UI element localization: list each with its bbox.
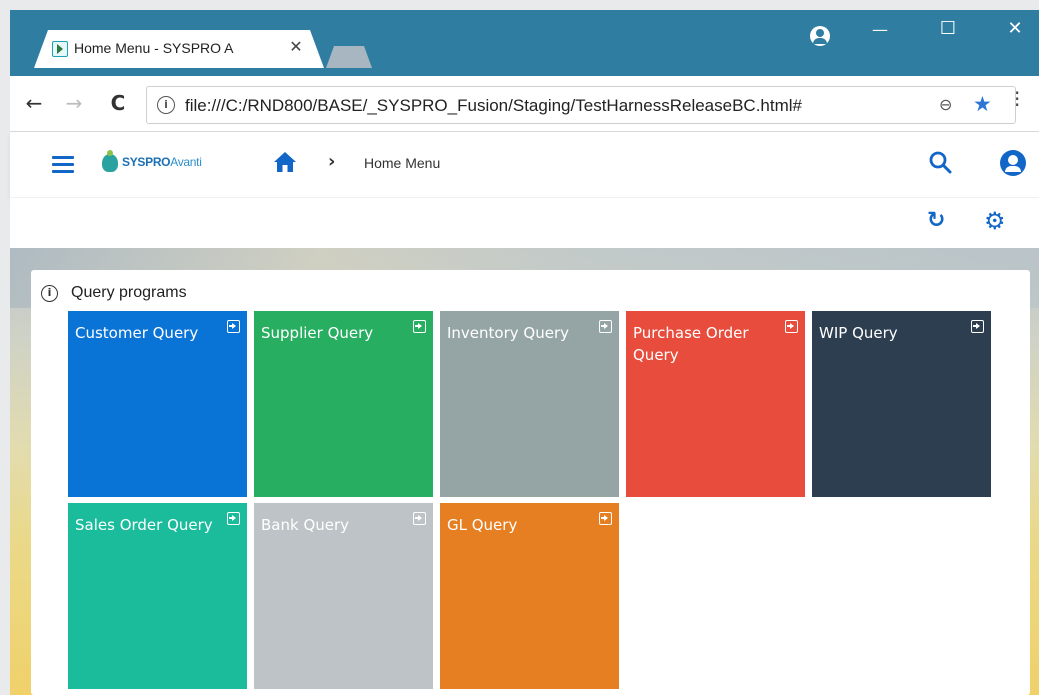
- tile-label: Customer Query: [75, 324, 199, 342]
- breadcrumb-current: Home Menu: [364, 155, 441, 171]
- launch-icon[interactable]: [599, 320, 612, 333]
- reload-button[interactable]: C: [104, 91, 132, 115]
- logo-product: Avanti: [170, 155, 202, 169]
- url-text: file:///C:/RND800/BASE/_SYSPRO_Fusion/St…: [185, 96, 802, 115]
- tab-close-icon[interactable]: ✕: [286, 37, 306, 56]
- logo-brand: SYSPRO: [122, 155, 171, 169]
- tile-label: Bank Query: [261, 516, 350, 534]
- refresh-icon[interactable]: ↻: [927, 208, 945, 233]
- account-icon[interactable]: [810, 26, 830, 46]
- app-header: SYSPROAvanti › Home Menu: [10, 133, 1039, 197]
- launch-icon[interactable]: [971, 320, 984, 333]
- zoom-icon[interactable]: ⊖: [939, 95, 952, 114]
- logo-text: SYSPROAvanti: [122, 155, 202, 169]
- launch-icon[interactable]: [785, 320, 798, 333]
- query-programs-panel: i Query programs Customer Query Supplier…: [31, 270, 1030, 695]
- window-frame-left: [0, 0, 10, 695]
- launch-icon[interactable]: [413, 512, 426, 525]
- launch-icon[interactable]: [227, 512, 240, 525]
- browser-toolbar: ← → C i file:///C:/RND800/BASE/_SYSPRO_F…: [10, 76, 1039, 132]
- browser-tab-home-menu[interactable]: Home Menu - SYSPRO A ✕: [34, 30, 324, 68]
- window-frame-top: [0, 0, 1039, 10]
- tile-inventory-query[interactable]: Inventory Query: [440, 311, 619, 497]
- settings-gear-icon[interactable]: ⚙: [984, 207, 1006, 235]
- tile-label: WIP Query: [819, 324, 898, 342]
- hamburger-menu-icon[interactable]: [52, 156, 74, 173]
- tile-bank-query[interactable]: Bank Query: [254, 503, 433, 689]
- home-icon[interactable]: [273, 150, 297, 174]
- syspro-favicon-icon: [52, 41, 68, 57]
- tile-wip-query[interactable]: WIP Query: [812, 311, 991, 497]
- breadcrumb-separator-icon: ›: [328, 151, 336, 172]
- forward-button[interactable]: →: [60, 91, 88, 115]
- launch-icon[interactable]: [413, 320, 426, 333]
- search-icon[interactable]: [928, 150, 952, 174]
- page-toolbar: ↻ ⚙: [10, 198, 1039, 248]
- info-icon[interactable]: i: [41, 285, 58, 302]
- tile-label: Purchase Order Query: [633, 324, 749, 364]
- browser-titlebar: Home Menu - SYSPRO A ✕ — ☐ ✕: [10, 10, 1039, 76]
- launch-icon[interactable]: [227, 320, 240, 333]
- new-tab-button[interactable]: [326, 46, 372, 68]
- maximize-button[interactable]: ☐: [928, 18, 968, 39]
- tile-label: Sales Order Query: [75, 516, 213, 534]
- tile-label: GL Query: [447, 516, 518, 534]
- back-button[interactable]: ←: [20, 91, 48, 115]
- launch-icon[interactable]: [599, 512, 612, 525]
- tile-label: Supplier Query: [261, 324, 374, 342]
- bookmark-star-icon[interactable]: ★: [973, 92, 992, 116]
- site-info-icon[interactable]: i: [157, 96, 175, 114]
- tile-sales-order-query[interactable]: Sales Order Query: [68, 503, 247, 689]
- user-account-icon[interactable]: [1000, 150, 1026, 176]
- tile-supplier-query[interactable]: Supplier Query: [254, 311, 433, 497]
- tile-customer-query[interactable]: Customer Query: [68, 311, 247, 497]
- tile-label: Inventory Query: [447, 324, 569, 342]
- syspro-logo-mark-icon: [102, 150, 118, 172]
- tile-gl-query[interactable]: GL Query: [440, 503, 619, 689]
- close-window-button[interactable]: ✕: [995, 18, 1035, 39]
- browser-menu-icon[interactable]: · · ·: [1014, 83, 1020, 115]
- minimize-button[interactable]: —: [860, 20, 900, 39]
- tile-purchase-order-query[interactable]: Purchase Order Query: [626, 311, 805, 497]
- tab-title: Home Menu - SYSPRO A: [74, 40, 234, 56]
- address-bar[interactable]: i file:///C:/RND800/BASE/_SYSPRO_Fusion/…: [146, 86, 1016, 124]
- section-title: Query programs: [71, 284, 187, 301]
